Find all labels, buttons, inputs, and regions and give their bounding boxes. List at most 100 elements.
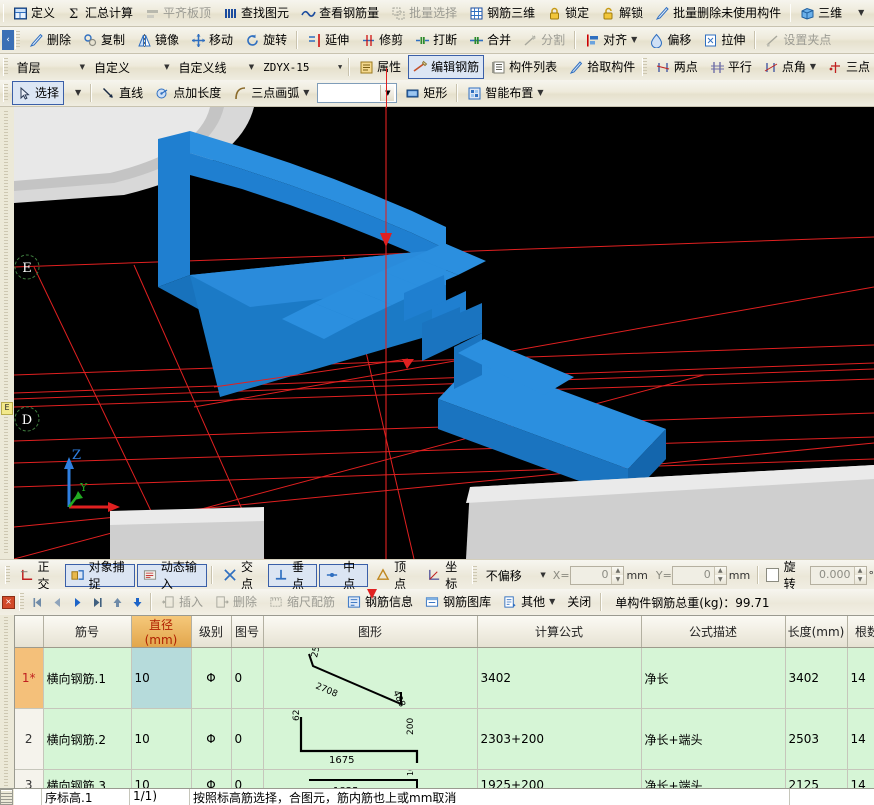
toolbar-button-stretch[interactable]: 拉伸 bbox=[698, 28, 750, 52]
toolbar-grip[interactable] bbox=[19, 593, 24, 611]
cell-count[interactable]: 14 bbox=[847, 647, 874, 709]
toolbar-button-rectangle[interactable]: 矩形 bbox=[400, 81, 452, 105]
cell-grade[interactable]: Φ bbox=[191, 647, 232, 709]
toolbar-button-split[interactable]: 分割 bbox=[518, 28, 570, 52]
toolbar-button-pick-component[interactable]: 拾取构件 bbox=[564, 55, 640, 79]
spin-down-icon[interactable]: ▼ bbox=[612, 575, 624, 584]
y-coord-spinner[interactable]: ▲ ▼ bbox=[713, 566, 726, 584]
rebar-button-close-panel[interactable]: 关闭 bbox=[562, 590, 596, 614]
snap-intersection[interactable]: 交点 bbox=[217, 560, 266, 591]
rebar-button-scale-rebar[interactable]: 缩尺配筋 bbox=[264, 590, 340, 614]
rebar-table[interactable]: 筋号 直径(mm) 级别 图号 图形 计算公式 公式描述 长度(mm) 根数 1… bbox=[14, 615, 874, 805]
toolbar-button-two-point[interactable]: 两点 bbox=[651, 55, 703, 79]
toolbar-grip[interactable] bbox=[642, 58, 647, 76]
cell-diameter[interactable]: 10 bbox=[131, 647, 192, 709]
component-name-selector[interactable]: ZDYX-15 ▼ bbox=[257, 56, 345, 78]
x-coord-spinner[interactable]: ▲ ▼ bbox=[611, 566, 624, 584]
toolbar-button-merge[interactable]: 合并 bbox=[464, 28, 516, 52]
toolbar-button-delete[interactable]: 删除 bbox=[24, 28, 76, 52]
toolbar-button-rotate[interactable]: 旋转 bbox=[240, 28, 292, 52]
component-subtype-selector[interactable]: 自定义线 ▼ bbox=[173, 56, 258, 78]
snap-toggle-dynamic-input[interactable]: 动态输入 bbox=[136, 560, 208, 591]
component-type-selector[interactable]: 自定义 ▼ bbox=[88, 56, 173, 78]
toolbar-button-3d-view[interactable]: 三维 bbox=[795, 1, 847, 25]
toolbar-button-edit-rebar[interactable]: 编辑钢筋 bbox=[408, 55, 485, 79]
spin-up-icon[interactable]: ▲ bbox=[854, 566, 866, 575]
nav-prev-record[interactable] bbox=[48, 592, 66, 612]
toolbar-button-select[interactable]: 选择 bbox=[12, 81, 65, 105]
draw-mode-combo[interactable]: ▼ bbox=[317, 83, 398, 103]
y-coord-input[interactable]: 0 ▲ ▼ bbox=[671, 565, 727, 585]
toolbar-button-mirror[interactable]: 镜像 bbox=[132, 28, 184, 52]
snap-midpoint[interactable]: 中点 bbox=[319, 560, 369, 591]
toolbar-button-copy[interactable]: 复制 bbox=[78, 28, 130, 52]
floor-selector[interactable]: 首层 ▼ bbox=[11, 56, 88, 78]
toolbar-grip[interactable] bbox=[3, 84, 8, 102]
snap-vertex[interactable]: 顶点 bbox=[370, 560, 419, 591]
nav-move-up[interactable] bbox=[108, 592, 126, 612]
toolbar-button-line[interactable]: 直线 bbox=[96, 81, 148, 105]
toolbar-grip[interactable] bbox=[15, 31, 20, 49]
toolbar-button-summary-calc[interactable]: Σ 汇总计算 bbox=[62, 1, 138, 25]
rebar-button-other[interactable]: 其他 ▼ bbox=[498, 590, 560, 614]
toolbar-button-batch-delete-unused[interactable]: 批量删除未使用构件 bbox=[650, 1, 786, 25]
toolbar-button-find-element[interactable]: 查找图元 bbox=[218, 1, 294, 25]
table-row[interactable]: 2 横向钢筋.2 10 Φ 0 627 1675 200 2303+200 净长… bbox=[15, 708, 874, 770]
toolbar-button-batch-select[interactable]: 批量选择 bbox=[386, 1, 462, 25]
toolbar-button-component-list[interactable]: 构件列表 bbox=[486, 55, 562, 79]
cell-name[interactable]: 横向钢筋.1 bbox=[43, 647, 132, 709]
toolbar-button-extend[interactable]: 延伸 bbox=[302, 28, 354, 52]
spin-down-icon[interactable]: ▼ bbox=[854, 575, 866, 584]
col-header-shape[interactable]: 图形 bbox=[263, 616, 478, 648]
cell-figure-no[interactable]: 0 bbox=[231, 647, 264, 709]
cell-formula[interactable]: 2303+200 bbox=[477, 708, 642, 770]
cell-formula-desc[interactable]: 净长+端头 bbox=[641, 708, 786, 770]
toolbar-button-point-angle[interactable]: 点角 ▼ bbox=[759, 55, 821, 79]
toolbar-button-align[interactable]: 对齐 ▼ bbox=[580, 28, 642, 52]
toolbar-button-move[interactable]: 移动 bbox=[186, 28, 238, 52]
toolbar-button-define[interactable]: 定义 bbox=[8, 1, 60, 25]
resize-grip-icon[interactable] bbox=[0, 789, 13, 805]
table-row[interactable]: 1* 横向钢筋.1 10 Φ 0 255 2708 488 3402 净长 34… bbox=[15, 647, 874, 709]
toolbar-button-parallel[interactable]: 平行 bbox=[705, 55, 757, 79]
toolbar-button-rebar-3d[interactable]: 钢筋三维 bbox=[464, 1, 540, 25]
toolbar-dock-handle[interactable]: ‹ bbox=[2, 30, 14, 50]
toolbar-button-lock[interactable]: 锁定 bbox=[542, 1, 594, 25]
spin-down-icon[interactable]: ▼ bbox=[714, 575, 726, 584]
col-header-grade[interactable]: 级别 bbox=[191, 616, 232, 648]
col-header-figure-no[interactable]: 图号 bbox=[231, 616, 264, 648]
cell-formula[interactable]: 3402 bbox=[477, 647, 642, 709]
snap-toggle-object-snap[interactable]: 对象捕捉 bbox=[64, 560, 135, 591]
col-header-formula[interactable]: 计算公式 bbox=[477, 616, 642, 648]
toolbar-grip[interactable] bbox=[472, 566, 477, 584]
toolbar-button-point-length[interactable]: 点加长度 bbox=[150, 81, 226, 105]
cell-formula-desc[interactable]: 净长 bbox=[641, 647, 786, 709]
spin-up-icon[interactable]: ▲ bbox=[612, 566, 624, 575]
toolbar-3d-dropdown[interactable]: ▼ bbox=[849, 1, 869, 25]
snap-toggle-ortho[interactable]: 正交 bbox=[14, 560, 63, 591]
toolbar-button-properties[interactable]: 属性 bbox=[354, 55, 406, 79]
nav-first-record[interactable] bbox=[28, 592, 46, 612]
toolbar-button-view-rebar-qty[interactable]: 查看钢筋量 bbox=[296, 1, 384, 25]
cell-shape[interactable]: 255 2708 488 bbox=[263, 647, 478, 709]
toolbar-grip[interactable] bbox=[5, 566, 10, 584]
rebar-button-rebar-library[interactable]: 钢筋图库 bbox=[420, 590, 496, 614]
rotate-checkbox[interactable] bbox=[766, 568, 779, 582]
snap-perpendicular[interactable]: 垂点 bbox=[268, 560, 318, 591]
toolbar-grip[interactable] bbox=[3, 4, 4, 22]
rotate-input[interactable]: 0.000 ▲ ▼ bbox=[809, 565, 867, 585]
cell-count[interactable]: 14 bbox=[847, 708, 874, 770]
toolbar-button-align-slab-top[interactable]: 平齐板顶 bbox=[140, 1, 216, 25]
toolbar-button-break[interactable]: 打断 bbox=[410, 28, 462, 52]
col-header-count[interactable]: 根数 bbox=[847, 616, 874, 648]
col-header-formula-desc[interactable]: 公式描述 bbox=[641, 616, 786, 648]
toolbar-button-set-grip[interactable]: 设置夹点 bbox=[760, 28, 836, 52]
toolbar-button-smart-layout[interactable]: 智能布置 ▼ bbox=[462, 81, 548, 105]
nav-next-record[interactable] bbox=[68, 592, 86, 612]
offset-mode-selector[interactable]: 不偏移 ▼ bbox=[480, 564, 549, 586]
col-header-diameter[interactable]: 直径(mm) bbox=[131, 616, 192, 648]
nav-last-record[interactable] bbox=[88, 592, 106, 612]
cell-name[interactable]: 横向钢筋.2 bbox=[43, 708, 132, 770]
left-dock-strip[interactable]: E bbox=[0, 107, 15, 559]
toolbar-button-trim[interactable]: 修剪 bbox=[356, 28, 408, 52]
